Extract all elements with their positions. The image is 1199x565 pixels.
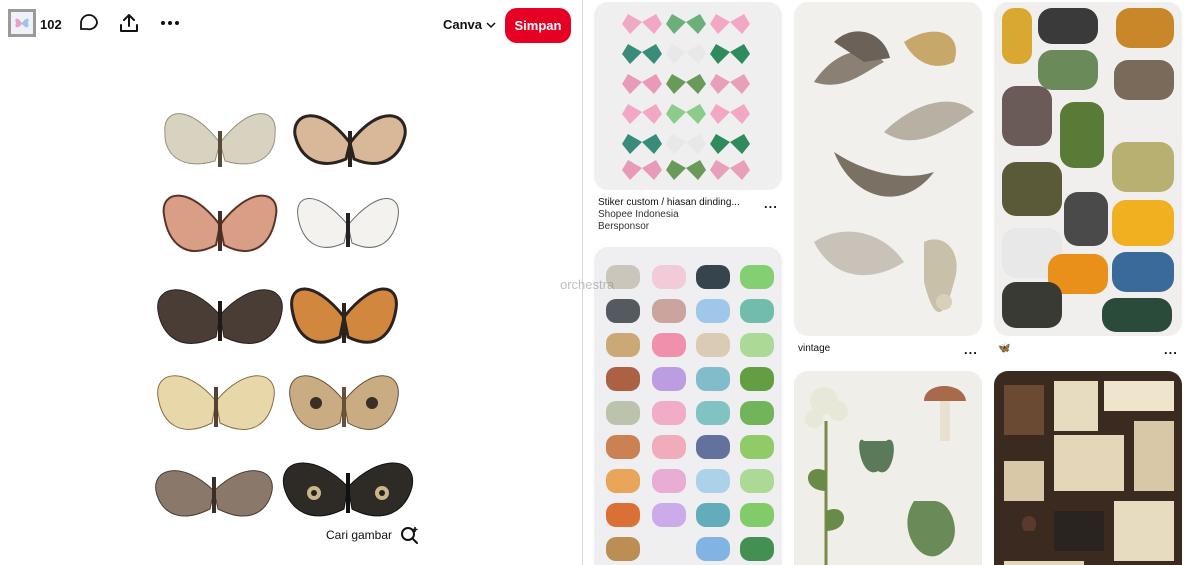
more-options-icon[interactable] xyxy=(159,12,181,34)
card-more-button[interactable]: ... xyxy=(764,196,778,211)
lens-search-icon xyxy=(401,527,419,544)
save-button[interactable]: Simpan xyxy=(505,8,571,43)
sponsored-label: Bersponsor xyxy=(598,221,650,232)
card-more-button[interactable]: ... xyxy=(964,342,978,357)
visual-search-button[interactable]: Cari gambar xyxy=(318,520,429,550)
vintage-birds-image xyxy=(814,31,974,312)
feed-card-botanical[interactable] xyxy=(794,371,982,565)
sticker-grid-image xyxy=(622,14,750,180)
pin-toolbar: 102 Canva Simpan xyxy=(0,0,583,50)
pin-detail-panel: 102 Canva Simpan Cari gambar xyxy=(0,0,583,565)
chevron-down-icon xyxy=(486,21,496,28)
feed-card-butterfly-chart[interactable] xyxy=(994,2,1182,336)
card-title[interactable]: vintage xyxy=(798,343,830,355)
feed-card-butterfly-stickers[interactable] xyxy=(594,2,782,190)
card-meta: Stiker custom / hiasan dinding... Shopee… xyxy=(598,197,753,233)
feed-card-vintage-collage[interactable] xyxy=(994,371,1182,565)
card-title[interactable]: 🦋 xyxy=(998,343,1010,355)
board-name: Canva xyxy=(443,17,483,32)
feed-card-colorful-butterflies[interactable] xyxy=(594,247,782,565)
butterfly-collection-image xyxy=(155,113,414,517)
butterfly-thumb-icon xyxy=(15,18,29,28)
comment-icon[interactable] xyxy=(78,12,100,34)
feed-card-vintage-birds[interactable] xyxy=(794,2,982,336)
pin-image[interactable] xyxy=(148,95,428,535)
visual-search-label: Cari gambar xyxy=(326,528,393,542)
share-icon[interactable] xyxy=(118,12,140,34)
board-select[interactable]: Canva xyxy=(443,17,496,32)
botanical-stickers-image xyxy=(805,386,966,565)
save-count: 102 xyxy=(40,17,62,32)
card-source[interactable]: Shopee Indonesia xyxy=(598,209,753,221)
card-title[interactable]: Stiker custom / hiasan dinding... xyxy=(598,197,753,209)
card-meta: vintage xyxy=(798,343,830,355)
watermark: orchestra xyxy=(560,277,615,292)
butterfly-stickers-image xyxy=(606,265,774,561)
profile-thumbnail[interactable] xyxy=(8,9,36,37)
card-meta: 🦋 xyxy=(998,343,1010,355)
pinterest-page: 102 Canva Simpan Cari gambar Stiker cust… xyxy=(0,0,1199,565)
vintage-collage-image xyxy=(1004,381,1174,565)
butterfly-chart-image xyxy=(1002,8,1174,332)
card-more-button[interactable]: ... xyxy=(1164,342,1178,357)
